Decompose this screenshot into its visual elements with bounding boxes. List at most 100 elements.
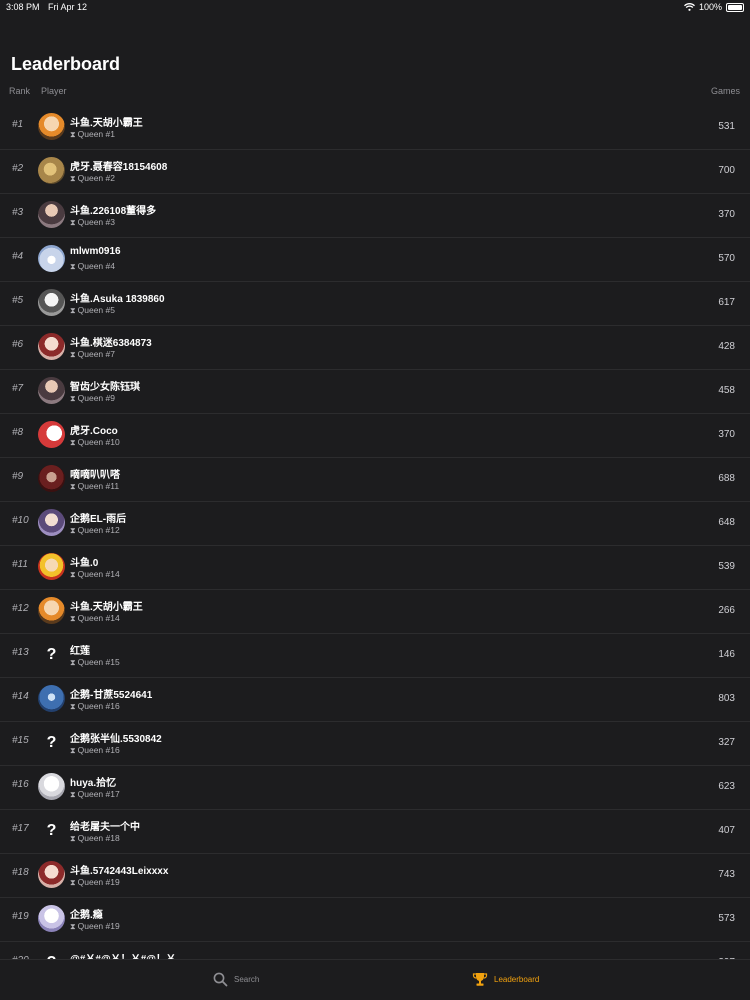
- column-header-player: Player: [41, 86, 67, 96]
- player-rank-subtitle: ⧗ Queen #5: [70, 305, 115, 316]
- hourglass-icon: ⧗: [70, 438, 76, 447]
- player-rank-subtitle: ⧗ Queen #18: [70, 833, 120, 844]
- player-rank-subtitle: ⧗ Queen #2: [70, 173, 115, 184]
- leaderboard-row[interactable]: #17? 给老屠夫一个中 ⧗ Queen #18 407: [0, 809, 750, 854]
- avatar: [38, 245, 65, 272]
- subtitle-text: Queen #5: [77, 305, 115, 315]
- games-count: 803: [718, 693, 735, 704]
- tab-leaderboard[interactable]: Leaderboard: [472, 972, 539, 987]
- games-count: 743: [718, 869, 735, 880]
- leaderboard-row[interactable]: #11 斗鱼.0 ⧗ Queen #14 539: [0, 545, 750, 590]
- games-count: 266: [718, 605, 735, 616]
- column-header-games: Games: [710, 86, 740, 96]
- hourglass-icon: ⧗: [70, 922, 76, 931]
- player-rank-subtitle: ⧗ Queen #16: [70, 745, 120, 756]
- tab-search[interactable]: Search: [213, 972, 259, 987]
- avatar: [38, 597, 65, 624]
- rank-label: #17: [12, 823, 29, 834]
- games-count: 458: [718, 385, 735, 396]
- leaderboard-row[interactable]: #8 虎牙.Coco ⧗ Queen #10 370: [0, 413, 750, 458]
- rank-label: #2: [12, 163, 24, 174]
- leaderboard-row[interactable]: #14 企鹅-甘蔗5524641 ⧗ Queen #16 803: [0, 677, 750, 722]
- leaderboard-row[interactable]: #7 智齿少女陈钰琪 ⧗ Queen #9 458: [0, 369, 750, 414]
- avatar-placeholder-icon: ?: [46, 821, 57, 839]
- player-name: 斗鱼.天胡小霸王: [70, 602, 143, 613]
- leaderboard-row[interactable]: #4 mlwm0916 ⧗ Queen #4 570: [0, 237, 750, 282]
- subtitle-text: Queen #19: [77, 921, 120, 931]
- subtitle-text: Queen #16: [77, 745, 120, 755]
- subtitle-text: Queen #14: [77, 569, 120, 579]
- hourglass-icon: ⧗: [70, 570, 76, 579]
- status-date: Fri Apr 12: [48, 2, 88, 12]
- tab-search-label: Search: [234, 975, 260, 984]
- leaderboard-row[interactable]: #16 huya.拾忆 ⧗ Queen #17 623: [0, 765, 750, 810]
- avatar: [38, 157, 65, 184]
- games-count: 407: [718, 825, 735, 836]
- avatar: [38, 905, 65, 932]
- subtitle-text: Queen #11: [77, 481, 120, 491]
- hourglass-icon: ⧗: [70, 394, 76, 403]
- rank-label: #10: [12, 515, 29, 526]
- player-rank-subtitle: ⧗ Queen #1: [70, 129, 115, 140]
- avatar: [38, 113, 65, 140]
- games-count: 539: [718, 561, 735, 572]
- leaderboard-row[interactable]: #13? 红莲 ⧗ Queen #15 146: [0, 633, 750, 678]
- hourglass-icon: ⧗: [70, 790, 76, 799]
- player-name: 虎牙.Coco: [70, 426, 118, 437]
- leaderboard-row[interactable]: #5 斗鱼.Asuka 1839860 ⧗ Queen #5 617: [0, 281, 750, 326]
- subtitle-text: Queen #1: [77, 129, 115, 139]
- player-name: 斗鱼.天胡小霸王: [70, 118, 143, 129]
- player-name: 斗鱼.棋迷6384873: [70, 338, 152, 349]
- leaderboard-row[interactable]: #18 斗鱼.5742443Leixxxx ⧗ Queen #19 743: [0, 853, 750, 898]
- subtitle-text: Queen #12: [77, 525, 120, 535]
- subtitle-text: Queen #7: [77, 349, 115, 359]
- subtitle-text: Queen #9: [77, 393, 115, 403]
- player-rank-subtitle: ⧗ Queen #12: [70, 525, 120, 536]
- player-name: 企鹅.瘾: [70, 910, 103, 921]
- leaderboard-row[interactable]: #9 嘀嘀叭叭嗒 ⧗ Queen #11 688: [0, 457, 750, 502]
- games-count: 623: [718, 781, 735, 792]
- games-count: 573: [718, 913, 735, 924]
- avatar: [38, 377, 65, 404]
- hourglass-icon: ⧗: [70, 746, 76, 755]
- avatar: [38, 201, 65, 228]
- player-name: huya.拾忆: [70, 778, 117, 789]
- leaderboard-row[interactable]: #1 斗鱼.天胡小霸王 ⧗ Queen #1 531: [0, 105, 750, 150]
- search-icon: [213, 972, 228, 987]
- avatar: [38, 509, 65, 536]
- subtitle-text: Queen #10: [77, 437, 120, 447]
- subtitle-text: Queen #14: [77, 613, 120, 623]
- leaderboard-row[interactable]: #2 虎牙.聂春容18154608 ⧗ Queen #2 700: [0, 149, 750, 194]
- rank-label: #15: [12, 735, 29, 746]
- hourglass-icon: ⧗: [70, 174, 76, 183]
- player-name: 给老屠夫一个中: [70, 822, 140, 833]
- leaderboard-row[interactable]: #19 企鹅.瘾 ⧗ Queen #19 573: [0, 897, 750, 942]
- avatar: [38, 465, 65, 492]
- hourglass-icon: ⧗: [70, 658, 76, 667]
- player-name: 红莲: [70, 646, 90, 657]
- leaderboard-row[interactable]: #6 斗鱼.棋迷6384873 ⧗ Queen #7 428: [0, 325, 750, 370]
- games-count: 327: [718, 737, 735, 748]
- rank-label: #8: [12, 427, 24, 438]
- player-name: 虎牙.聂春容18154608: [70, 162, 168, 173]
- leaderboard-row[interactable]: #3 斗鱼.226108董得多 ⧗ Queen #3 370: [0, 193, 750, 238]
- hourglass-icon: ⧗: [70, 702, 76, 711]
- rank-label: #18: [12, 867, 29, 878]
- leaderboard-row[interactable]: #10 企鹅EL-雨后 ⧗ Queen #12 648: [0, 501, 750, 546]
- tab-bar: Search Leaderboard: [0, 959, 750, 1000]
- rank-label: #1: [12, 119, 24, 130]
- column-header-rank: Rank: [9, 86, 31, 96]
- hourglass-icon: ⧗: [70, 130, 76, 139]
- leaderboard-row[interactable]: #12 斗鱼.天胡小霸王 ⧗ Queen #14 266: [0, 589, 750, 634]
- player-rank-subtitle: ⧗ Queen #19: [70, 877, 120, 888]
- player-rank-subtitle: ⧗ Queen #10: [70, 437, 120, 448]
- rank-label: #6: [12, 339, 24, 350]
- player-name: 企鹅张半仙.5530842: [70, 734, 162, 745]
- avatar-placeholder-icon: ?: [46, 645, 57, 663]
- wifi-icon: [684, 3, 695, 11]
- status-bar: 3:08 PM Fri Apr 12 100%: [0, 0, 750, 16]
- leaderboard-row[interactable]: #15? 企鹅张半仙.5530842 ⧗ Queen #16 327: [0, 721, 750, 766]
- avatar: [38, 553, 65, 580]
- games-count: 617: [718, 297, 735, 308]
- games-count: 370: [718, 429, 735, 440]
